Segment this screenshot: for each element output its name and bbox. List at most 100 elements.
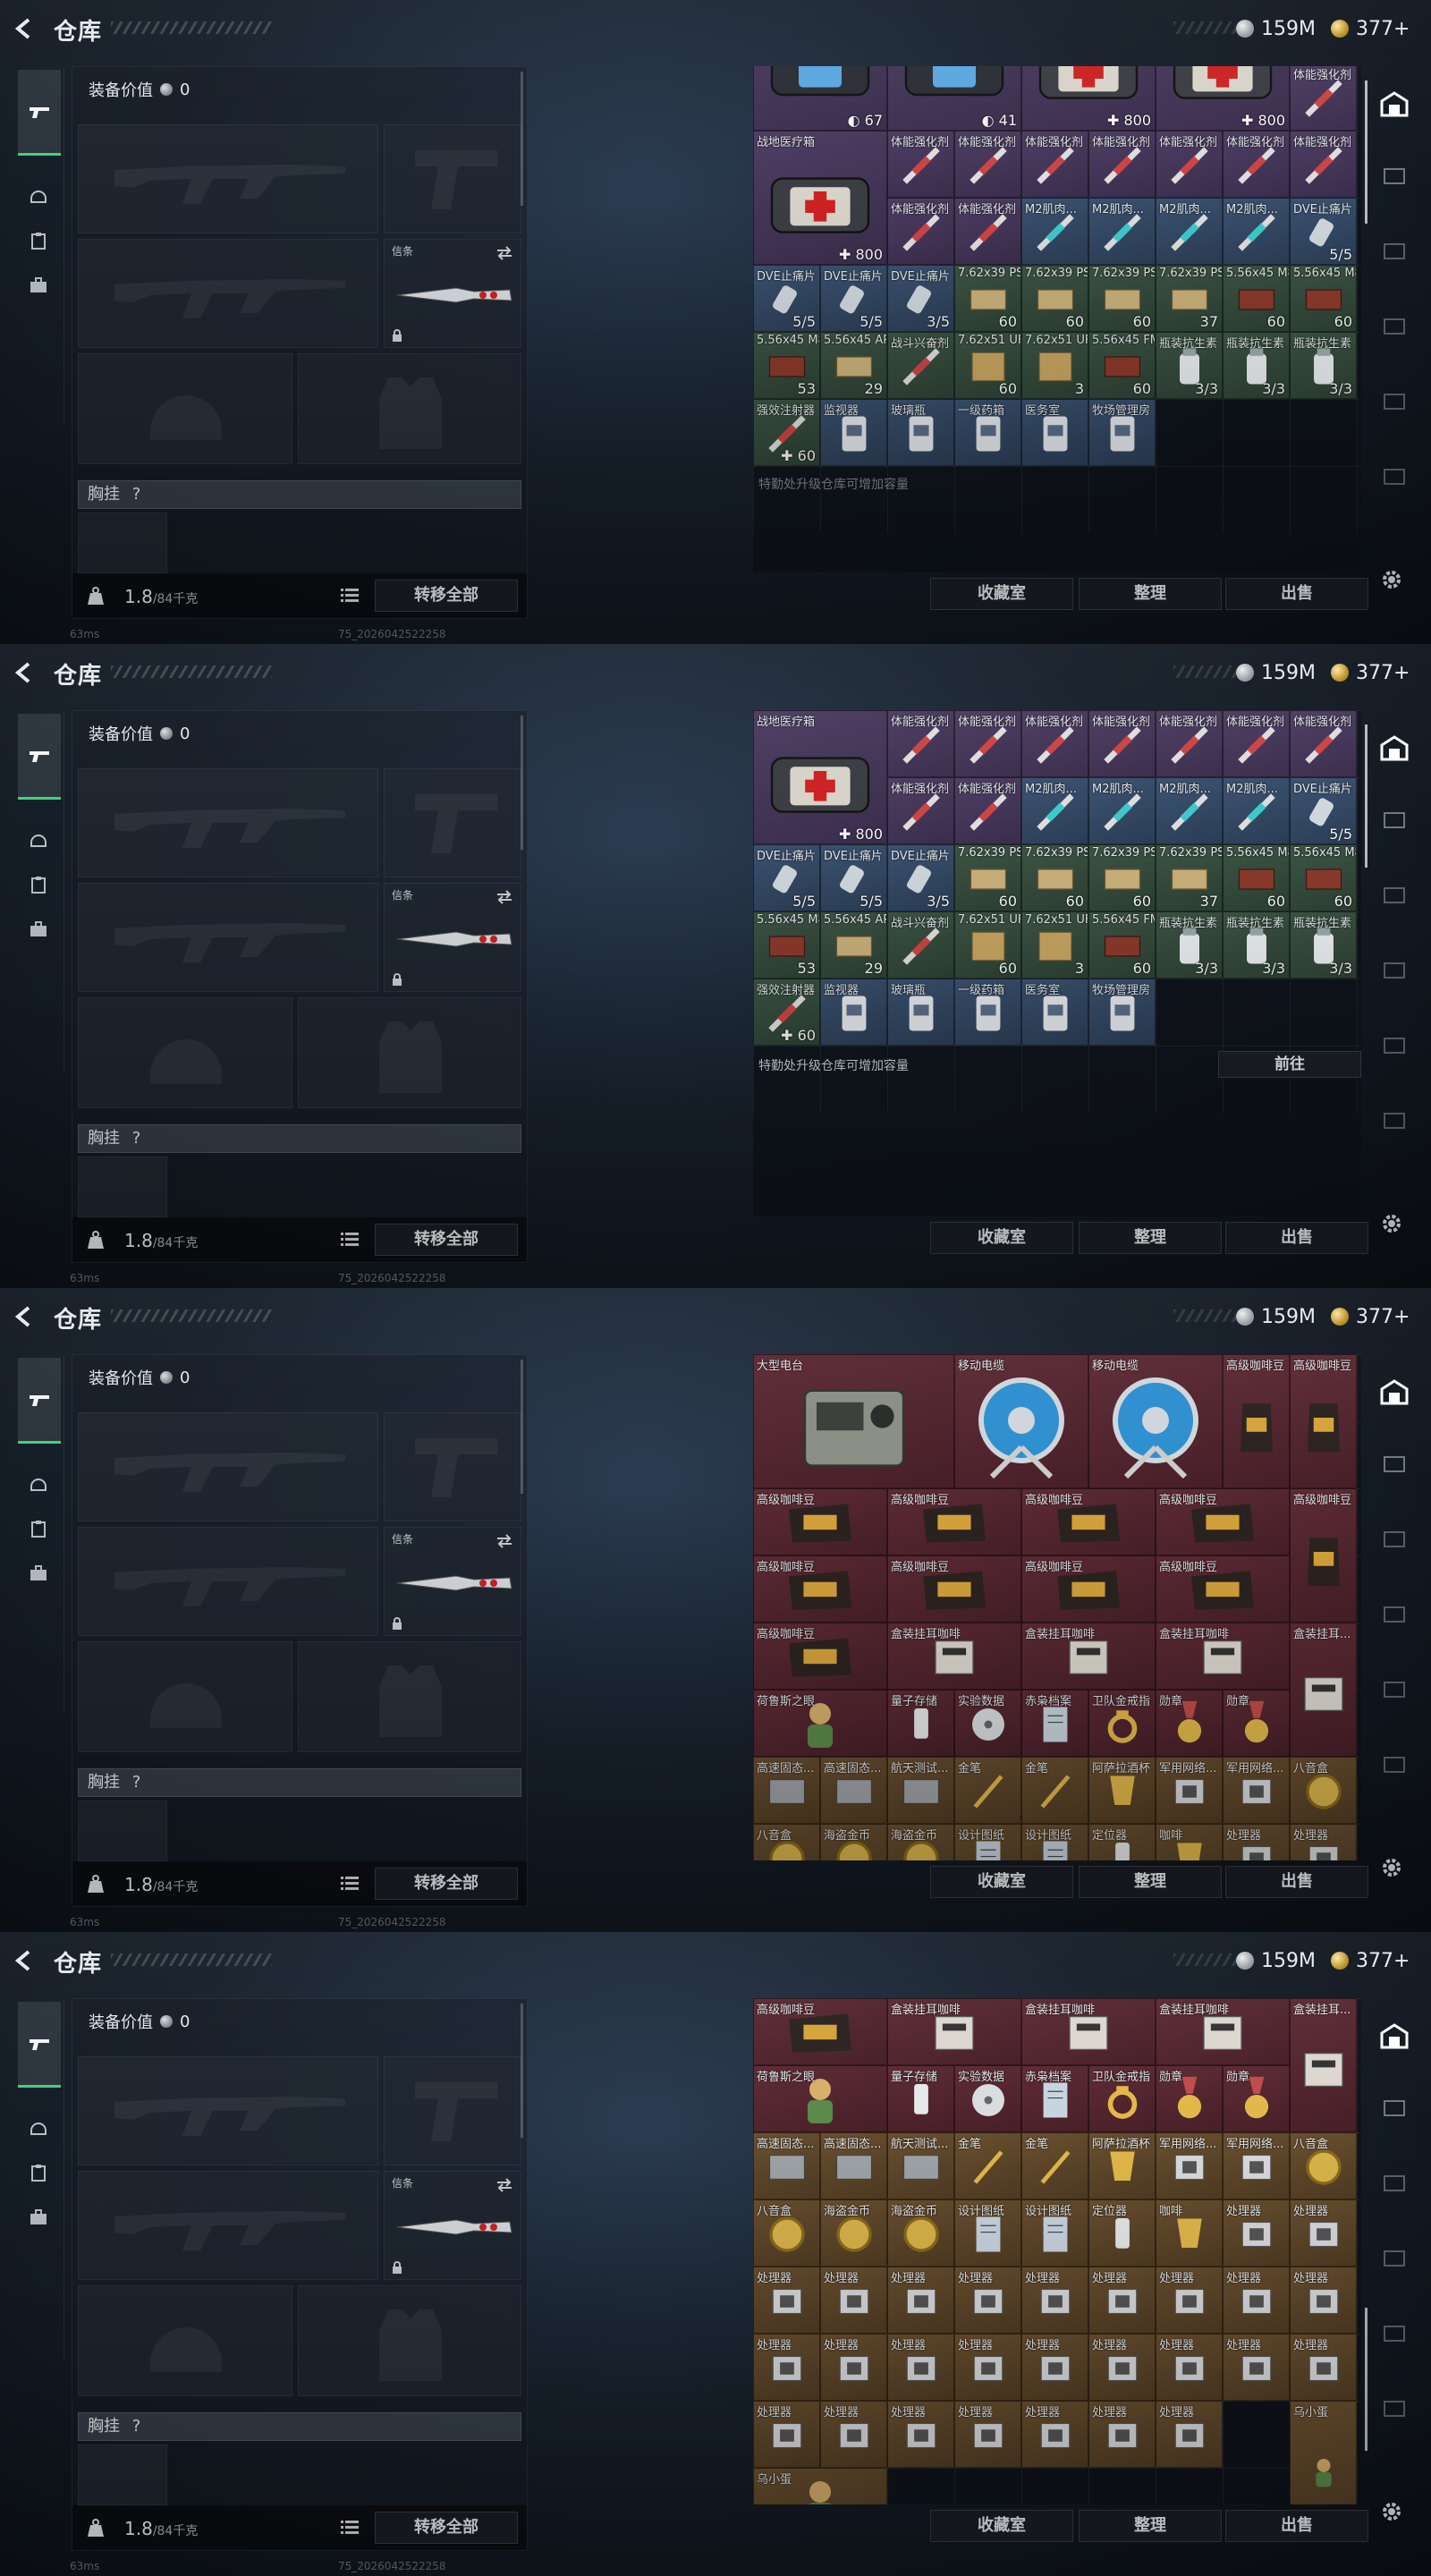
storage-item[interactable]: 处理器 bbox=[753, 2267, 820, 2334]
gold-currency[interactable]: 377+ bbox=[1331, 1303, 1410, 1330]
storage-item[interactable]: 设计图纸 bbox=[954, 2199, 1021, 2267]
storage-item[interactable]: 处理器 bbox=[887, 2401, 954, 2468]
tab-3[interactable] bbox=[1377, 878, 1411, 911]
storage-item[interactable]: 量子存储 bbox=[887, 1690, 954, 1757]
storage-item[interactable]: 体能强化剂 bbox=[887, 131, 954, 198]
storage-item[interactable]: 高级咖啡豆 bbox=[1156, 1555, 1290, 1623]
storage-item[interactable]: 医务室 bbox=[1021, 399, 1088, 466]
storage-item[interactable]: 强效注射器 ✚ 60 bbox=[753, 979, 820, 1046]
storage-item[interactable]: 7.62x39 PS 60 bbox=[1088, 265, 1156, 332]
storage-item[interactable]: 盒装挂耳咖啡 bbox=[887, 1998, 1021, 2065]
helmet-tab[interactable] bbox=[20, 821, 57, 859]
storage-item[interactable]: 处理器 bbox=[1290, 2199, 1357, 2267]
helmet-tab[interactable] bbox=[20, 177, 57, 215]
storage-item[interactable]: 5.56x45 AP 29 bbox=[820, 332, 887, 399]
tab-4[interactable] bbox=[1377, 309, 1411, 342]
storage-item[interactable]: 5.56x45 M855 60 bbox=[1223, 265, 1290, 332]
tab-3[interactable] bbox=[1377, 234, 1411, 267]
storage-item[interactable]: 体能强化剂 bbox=[954, 777, 1021, 844]
storage-item[interactable]: 处理器 bbox=[1156, 2334, 1223, 2401]
sort-button[interactable]: 整理 bbox=[1079, 1222, 1222, 1254]
weapon-tab[interactable] bbox=[18, 714, 61, 800]
helmet-tab[interactable] bbox=[20, 1465, 57, 1503]
storage-item[interactable]: 医务室 bbox=[1021, 979, 1088, 1046]
briefcase-tab[interactable] bbox=[20, 267, 57, 304]
storage-scrollbar[interactable] bbox=[1365, 2308, 1367, 2451]
melee-slot[interactable]: 信条 bbox=[384, 239, 521, 348]
sort-button[interactable]: 整理 bbox=[1079, 578, 1222, 610]
chest-help-icon[interactable]: ? bbox=[132, 485, 141, 504]
chest-rig-slot[interactable] bbox=[78, 1801, 167, 1861]
list-icon[interactable] bbox=[341, 588, 359, 602]
tab-4[interactable] bbox=[1377, 2241, 1411, 2274]
helmet-slot[interactable] bbox=[78, 353, 292, 464]
storage-item[interactable]: DVE止痛片 5/5 bbox=[1290, 198, 1357, 265]
storage-item[interactable]: 处理器 bbox=[753, 2401, 820, 2468]
storage-item[interactable]: 金笔 bbox=[954, 2132, 1021, 2199]
storage-item[interactable]: 体能强化剂 bbox=[1290, 66, 1357, 131]
storage-item[interactable]: 乌小蛋 bbox=[753, 2468, 887, 2504]
back-icon[interactable] bbox=[13, 1948, 38, 1973]
chest-rig-slot[interactable] bbox=[78, 513, 167, 573]
tab-6[interactable] bbox=[1377, 460, 1411, 492]
gear-icon[interactable] bbox=[1379, 1211, 1404, 1236]
storage-item[interactable]: DVE止痛片 5/5 bbox=[820, 265, 887, 332]
storage-item[interactable]: 大型电台 bbox=[753, 1354, 954, 1488]
storage-item[interactable]: 5.56x45 M855 53 bbox=[753, 332, 820, 399]
secondary-weapon-slot[interactable] bbox=[78, 883, 378, 992]
storage-item[interactable]: 荷鲁斯之眼 bbox=[753, 1690, 887, 1757]
storage-item[interactable]: 高速固态... bbox=[753, 1757, 820, 1824]
storage-item[interactable]: 7.62x51 UF 3 bbox=[1021, 332, 1088, 399]
storage-item[interactable]: M2肌肉... bbox=[1156, 777, 1223, 844]
tab-5[interactable] bbox=[1377, 1029, 1411, 1061]
storage-item[interactable]: 处理器 bbox=[1088, 2267, 1156, 2334]
storage-item[interactable]: 高速固态... bbox=[820, 2132, 887, 2199]
chest-help-icon[interactable]: ? bbox=[132, 1773, 141, 1792]
storage-item[interactable]: 高级咖啡豆 bbox=[753, 1488, 887, 1555]
storage-item[interactable]: 牧场管理房 bbox=[1088, 979, 1156, 1046]
storage-item[interactable]: 处理器 bbox=[820, 2334, 887, 2401]
storage-item[interactable]: M2肌肉... bbox=[1223, 777, 1290, 844]
crate-tab[interactable] bbox=[1377, 159, 1411, 191]
storage-item[interactable]: 设计图纸 bbox=[954, 1824, 1021, 1860]
swap-icon[interactable] bbox=[495, 1533, 513, 1549]
storage-item[interactable]: 卫队金戒指 bbox=[1088, 2065, 1156, 2132]
secondary-weapon-slot[interactable] bbox=[78, 1527, 378, 1636]
storage-item[interactable]: 勋章 bbox=[1223, 1690, 1290, 1757]
storage-item[interactable]: DVE止痛片 5/5 bbox=[1290, 777, 1357, 844]
storage-item[interactable]: 体能强化剂 bbox=[1290, 710, 1357, 777]
storage-item[interactable]: 盒装挂耳咖啡 bbox=[1156, 1998, 1290, 2065]
storage-item[interactable]: 5.56x45 FMJ 60 bbox=[1088, 332, 1156, 399]
storage-item[interactable]: 定位器 bbox=[1088, 2199, 1156, 2267]
storage-item[interactable]: 处理器 bbox=[1156, 2401, 1223, 2468]
storage-item[interactable]: 处理器 bbox=[1290, 2334, 1357, 2401]
silver-currency[interactable]: 159M bbox=[1236, 1303, 1316, 1330]
clipboard-tab[interactable] bbox=[20, 222, 57, 259]
storage-grid[interactable]: 荷鲁斯之眼 量子存储 实验数据 赤枭档案 卫队金戒指 勋章 勋章 高速固态...… bbox=[753, 1998, 1361, 2504]
primary-weapon-slot[interactable] bbox=[78, 768, 378, 877]
chest-rig-bar[interactable]: 胸挂 ? bbox=[78, 1768, 521, 1797]
storage-item[interactable]: 移动电缆 bbox=[954, 1354, 1088, 1488]
storage-item[interactable]: 荷鲁斯之眼 bbox=[753, 2065, 887, 2132]
storage-item[interactable]: M2肌肉... bbox=[1088, 198, 1156, 265]
storage-item[interactable]: 定位器 bbox=[1088, 1824, 1156, 1860]
storage-item[interactable]: 处理器 bbox=[753, 2334, 820, 2401]
storage-grid[interactable]: 大型电台 移动电缆 移动电缆 高级咖啡豆 高级咖啡豆 高级咖啡豆 高级咖啡豆 高… bbox=[753, 1354, 1361, 1860]
storage-item[interactable]: 盒装挂耳咖啡 bbox=[1021, 1998, 1156, 2065]
sell-button[interactable]: 出售 bbox=[1225, 1866, 1368, 1898]
storage-item[interactable]: 处理器 bbox=[820, 2267, 887, 2334]
pistol-slot[interactable] bbox=[384, 2056, 521, 2165]
storage-item[interactable]: 战地医疗箱 ✚ 800 bbox=[1156, 66, 1290, 131]
storage-item[interactable]: 瓶装抗生素 3/3 bbox=[1223, 911, 1290, 979]
chest-rig-slot[interactable] bbox=[78, 1157, 167, 1217]
melee-slot[interactable]: 信条 bbox=[384, 1527, 521, 1636]
gear-icon[interactable] bbox=[1379, 2499, 1404, 2524]
storage-item[interactable]: 5.56x45 M855 60 bbox=[1223, 844, 1290, 911]
storage-item[interactable]: 海盗金币 bbox=[887, 1824, 954, 1860]
storage-item[interactable]: 处理器 bbox=[1223, 1824, 1290, 1860]
storage-item[interactable]: 阿萨拉酒杯 bbox=[1088, 1757, 1156, 1824]
storage-item[interactable]: 金笔 bbox=[1021, 2132, 1088, 2199]
weapon-tab[interactable] bbox=[18, 2002, 61, 2088]
silver-currency[interactable]: 159M bbox=[1236, 15, 1316, 42]
storage-item[interactable]: 咖啡 bbox=[1156, 1824, 1223, 1860]
